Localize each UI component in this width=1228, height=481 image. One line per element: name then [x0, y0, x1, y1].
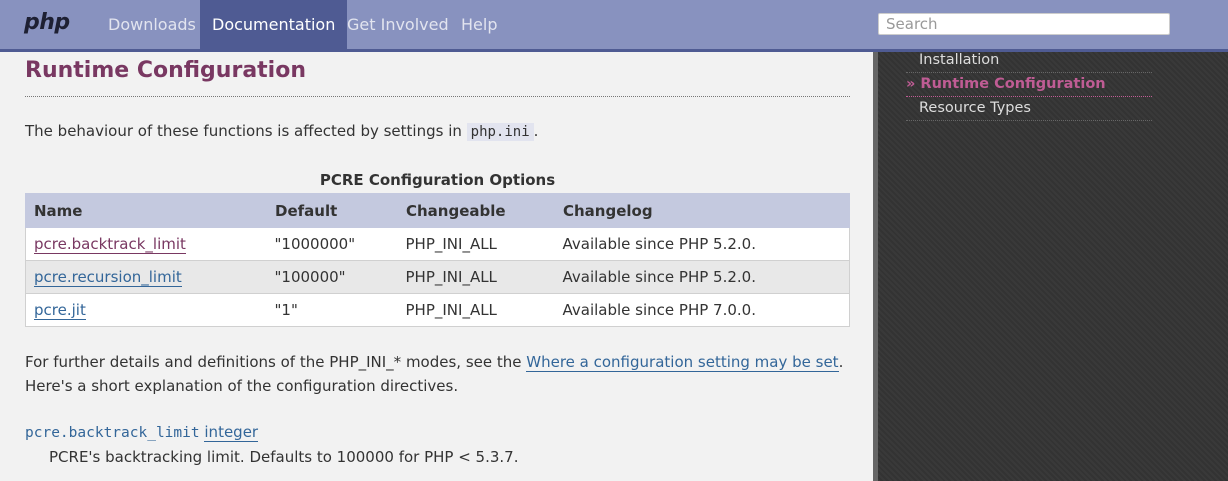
- sidebar: Installation » Runtime Configuration Res…: [873, 52, 1228, 481]
- sidebar-item-resource-types[interactable]: Resource Types: [906, 97, 1152, 121]
- nav-get-involved[interactable]: Get Involved: [335, 0, 461, 49]
- php-ini-code: php.ini: [466, 123, 534, 141]
- table-header-row: Name Default Changeable Changelog: [25, 193, 850, 228]
- directive-name: pcre.backtrack_limit: [25, 425, 200, 441]
- cell-default: "100000": [266, 260, 398, 294]
- jit-link[interactable]: pcre.jit: [34, 301, 86, 320]
- cell-changelog: Available since PHP 7.0.0.: [554, 293, 850, 327]
- config-setting-link[interactable]: Where a configuration setting may be set: [526, 353, 839, 372]
- intro-prefix: The behaviour of these functions is affe…: [25, 122, 467, 140]
- header-changeable: Changeable: [397, 193, 555, 228]
- cell-changeable: PHP_INI_ALL: [397, 293, 555, 327]
- table-row: pcre.recursion_limit "100000" PHP_INI_AL…: [25, 260, 850, 294]
- nav-documentation[interactable]: Documentation: [200, 0, 348, 49]
- backtrack-limit-link[interactable]: pcre.backtrack_limit: [34, 235, 186, 254]
- top-navbar: php Downloads Documentation Get Involved…: [0, 0, 1228, 52]
- integer-type-link[interactable]: integer: [204, 423, 259, 442]
- header-name: Name: [25, 193, 267, 228]
- intro-suffix: .: [533, 122, 539, 140]
- search-input[interactable]: [878, 13, 1170, 35]
- sidebar-item-runtime-configuration[interactable]: » Runtime Configuration: [906, 73, 1152, 97]
- nav-downloads[interactable]: Downloads: [96, 0, 208, 49]
- cell-name: pcre.jit: [25, 293, 267, 327]
- cell-name: pcre.recursion_limit: [25, 260, 267, 294]
- page-title: Runtime Configuration: [25, 58, 850, 97]
- directive-term: pcre.backtrack_limit integer: [25, 423, 259, 442]
- table-row: pcre.jit "1" PHP_INI_ALL Available since…: [25, 293, 850, 327]
- header-default: Default: [266, 193, 398, 228]
- php-logo[interactable]: php: [24, 10, 70, 35]
- table-caption: PCRE Configuration Options: [319, 171, 556, 189]
- cell-changeable: PHP_INI_ALL: [397, 227, 555, 261]
- directive-description: PCRE's backtracking limit. Defaults to 1…: [49, 448, 519, 466]
- explanation-text: Here's a short explanation of the config…: [25, 377, 459, 395]
- recursion-limit-link[interactable]: pcre.recursion_limit: [34, 268, 182, 287]
- cell-default: "1": [266, 293, 398, 327]
- cell-changelog: Available since PHP 5.2.0.: [554, 260, 850, 294]
- cell-changeable: PHP_INI_ALL: [397, 260, 555, 294]
- config-options-table: Name Default Changeable Changelog pcre.b…: [25, 193, 850, 327]
- header-changelog: Changelog: [554, 193, 850, 228]
- nav-help[interactable]: Help: [449, 0, 509, 49]
- further-details-text: For further details and definitions of t…: [25, 350, 843, 398]
- further-suffix: .: [838, 353, 844, 371]
- further-prefix: For further details and definitions of t…: [25, 353, 527, 371]
- intro-text: The behaviour of these functions is affe…: [25, 122, 539, 141]
- table-row: pcre.backtrack_limit "1000000" PHP_INI_A…: [25, 227, 850, 261]
- sidebar-item-installation[interactable]: Installation: [906, 49, 1152, 73]
- cell-name: pcre.backtrack_limit: [25, 227, 267, 261]
- cell-default: "1000000": [266, 227, 398, 261]
- cell-changelog: Available since PHP 5.2.0.: [554, 227, 850, 261]
